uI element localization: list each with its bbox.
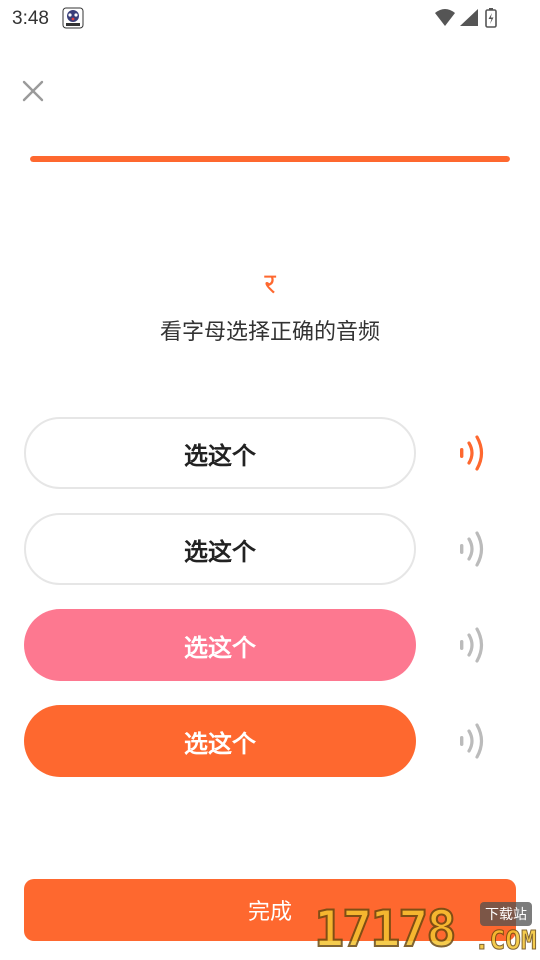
option-button-3[interactable]: 选这个 (24, 609, 416, 681)
speaker-icon-3[interactable] (452, 621, 492, 669)
app-notification-icon (62, 7, 84, 29)
watermark-badge: 下载站 (480, 902, 532, 926)
speaker-icon-2[interactable] (452, 525, 492, 573)
target-letter: र (264, 267, 276, 300)
status-time: 3:48 (12, 8, 49, 29)
site-watermark: 17178 .COM 下载站 (313, 896, 540, 960)
speaker-icon-1[interactable] (452, 429, 492, 477)
option-button-4[interactable]: 选这个 (24, 705, 416, 777)
option-button-2[interactable]: 选这个 (24, 513, 416, 585)
speaker-icon-4[interactable] (452, 717, 492, 765)
signal-icon (460, 9, 478, 26)
progress-bar (30, 156, 510, 162)
option-button-1[interactable]: 选这个 (24, 417, 416, 489)
battery-icon (485, 8, 497, 28)
close-icon[interactable] (16, 74, 50, 108)
watermark-suffix: .COM (474, 926, 538, 957)
watermark-digits: 17178 (313, 899, 458, 959)
progress-fill (30, 156, 510, 162)
status-bar: 3:48 (0, 0, 540, 36)
instruction-text: 看字母选择正确的音频 (159, 320, 380, 345)
wifi-icon (435, 9, 455, 26)
status-icons (435, 8, 497, 28)
